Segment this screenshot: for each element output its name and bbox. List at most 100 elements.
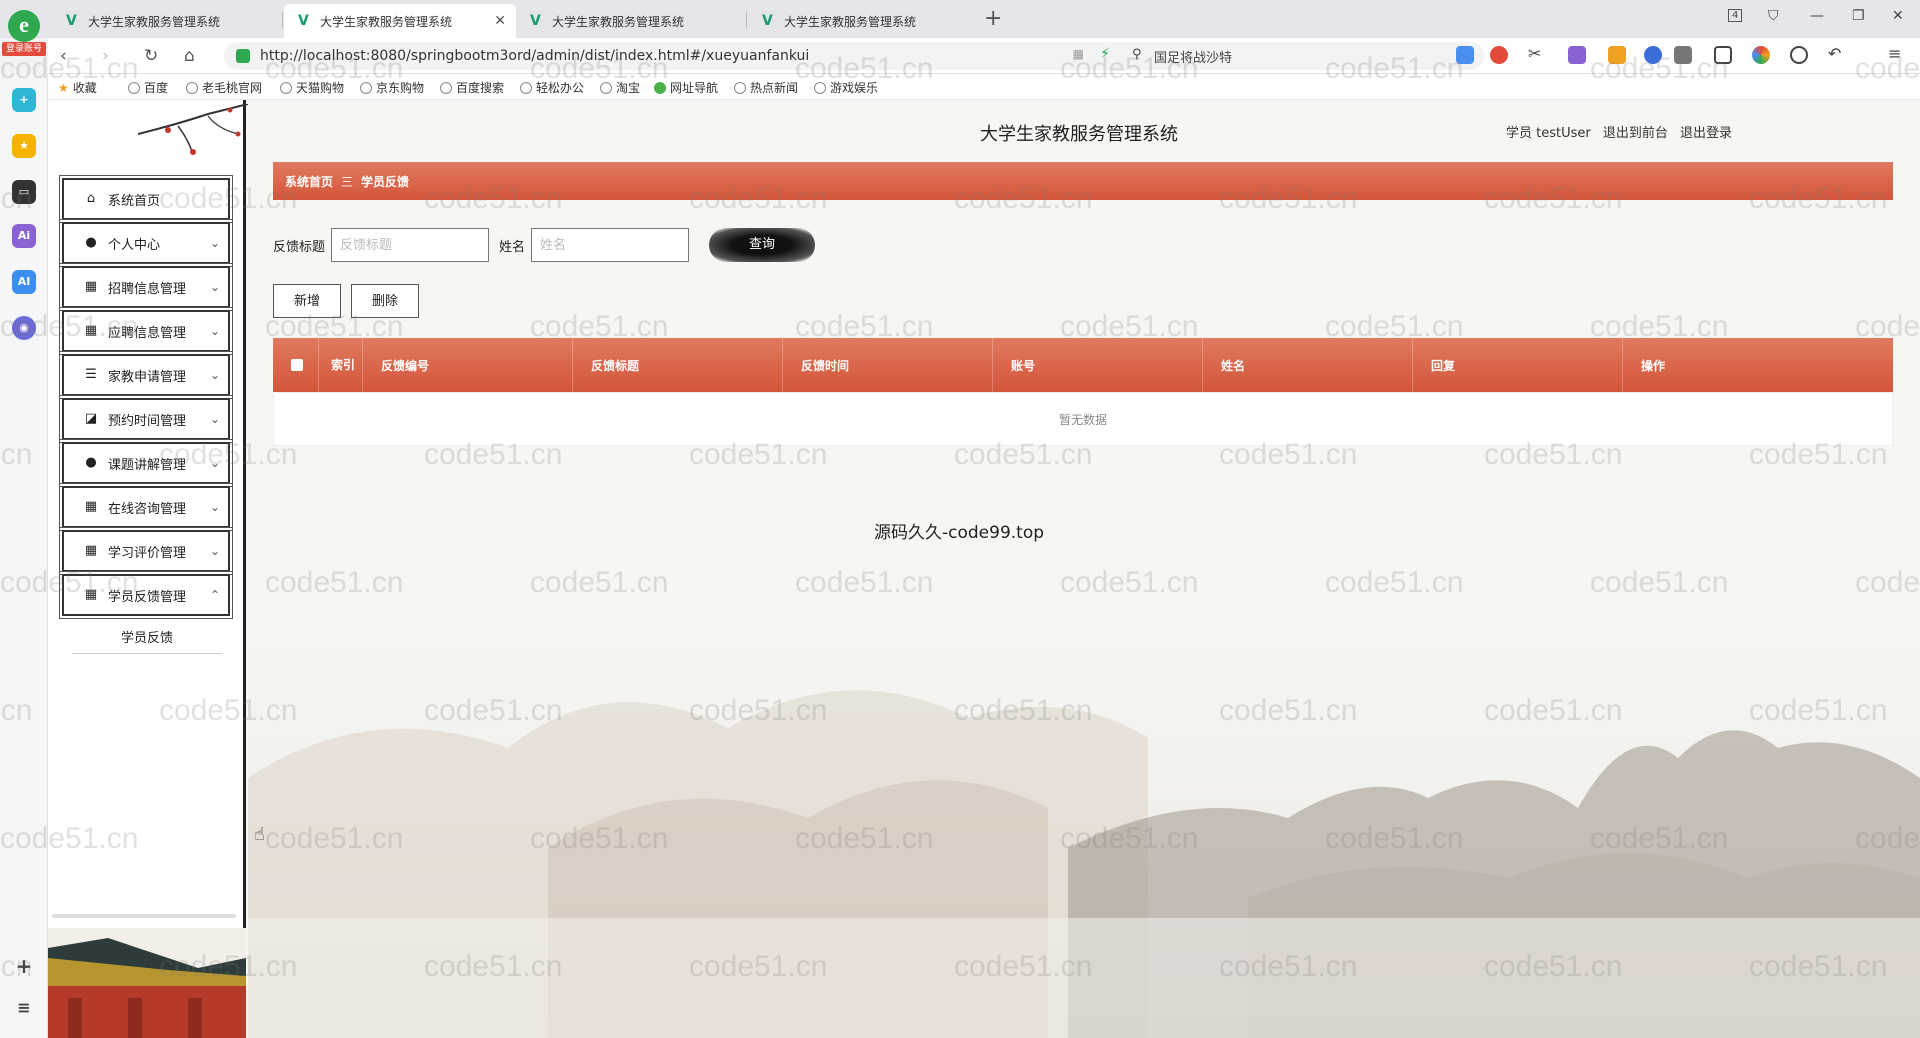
sidebar-scrollbar[interactable] [52, 914, 236, 918]
menu-item-recruit-info[interactable]: ▦ 招聘信息管理 ⌄ [59, 263, 233, 311]
back-to-front-link[interactable]: 退出到前台 [1603, 126, 1668, 141]
menu-item-label: 个人中心 [108, 237, 161, 253]
chevron-down-icon: ⌄ [209, 412, 220, 426]
chart-icon: ◪ [84, 411, 98, 426]
address-bar-row: ‹ › ↻ ⌂ http://localhost:8080/springboot… [48, 38, 1920, 74]
menu-item-label: 学员反馈管理 [108, 589, 187, 605]
menu-item-appointment-time[interactable]: ◪ 预约时间管理 ⌄ [59, 395, 233, 443]
feedback-title-input[interactable] [331, 228, 490, 262]
menu-item-label: 预约时间管理 [108, 413, 187, 429]
scissors-icon[interactable]: ✂ [1528, 44, 1546, 63]
bookmark-favorites[interactable]: ★ 收藏 [58, 79, 97, 96]
menu-item-topic-explanation[interactable]: ● 课题讲解管理 ⌄ [59, 439, 233, 487]
chevron-down-icon: ⌄ [209, 280, 220, 294]
star-app-icon[interactable]: ★ [12, 134, 36, 158]
translate-icon[interactable] [1568, 46, 1586, 64]
bookmark-item[interactable]: 天猫购物 [280, 79, 344, 96]
tab-title: 大学生家教服务管理系统 [320, 14, 453, 29]
bookmark-item[interactable]: 网址导航 [654, 79, 718, 96]
ai-assistant-icon[interactable]: AI [12, 270, 36, 294]
bookmark-item[interactable]: 百度搜索 [440, 79, 504, 96]
url-text: http://localhost:8080/springbootm3ord/ad… [260, 48, 810, 64]
shield-plugin-icon[interactable] [1608, 46, 1626, 64]
column-header: 反馈标题 [573, 338, 783, 392]
menu-item-personal-center[interactable]: ● 个人中心 ⌄ [59, 219, 233, 267]
ai-app-icon[interactable]: Ai [12, 224, 36, 248]
add-button[interactable]: 新增 [273, 284, 341, 318]
menu-item-application-info[interactable]: ▦ 应聘信息管理 ⌄ [59, 307, 233, 355]
menu-icon[interactable]: ≡ [1888, 44, 1906, 63]
grid-icon: ▦ [84, 587, 98, 602]
tab-title: 大学生家教服务管理系统 [784, 14, 917, 29]
column-header: 操作 [1641, 358, 1666, 373]
chevron-down-icon: ⌄ [209, 324, 220, 338]
browser-logo-icon[interactable]: e [8, 10, 40, 42]
name-input[interactable] [531, 228, 690, 262]
user-icon: ● [85, 235, 97, 250]
feedback-title-label: 反馈标题 [273, 239, 326, 255]
url-field[interactable]: http://localhost:8080/springbootm3ord/ad… [224, 42, 1154, 70]
plus-app-icon[interactable]: + [12, 88, 36, 112]
current-user: 学员 testUser [1506, 126, 1591, 141]
shirt-icon[interactable]: ⛉ [1768, 8, 1779, 24]
menu-item-student-feedback[interactable]: ▦ 学员反馈管理 ⌃ [59, 571, 233, 619]
bookmark-item[interactable]: 淘宝 [600, 79, 640, 96]
apps-grid-icon[interactable] [1714, 46, 1732, 64]
browser-tab-3[interactable]: V 大学生家教服务管理系统 [516, 4, 748, 38]
bookmark-item[interactable]: 老毛桃官网 [186, 79, 262, 96]
menu-item-study-evaluation[interactable]: ▦ 学习评价管理 ⌄ [59, 527, 233, 575]
close-window-icon[interactable]: ✕ [1892, 8, 1904, 24]
bookmark-item[interactable]: 游戏娱乐 [814, 79, 878, 96]
search-field[interactable]: ⚲ 国足将战沙特 [1122, 42, 1484, 70]
game-app-icon[interactable]: ▭ [12, 180, 36, 204]
back-icon[interactable]: ‹ [60, 46, 67, 66]
magnifier-icon[interactable] [1644, 46, 1662, 64]
chat-app-icon[interactable]: ◉ [12, 316, 36, 340]
reader-mode-icon[interactable]: ▦ [1073, 47, 1084, 61]
menu-item-label: 系统首页 [108, 193, 161, 209]
brightness-icon[interactable] [1790, 46, 1808, 64]
bookmark-item[interactable]: 京东购物 [360, 79, 424, 96]
menu-item-home[interactable]: ⌂ 系统首页 [59, 175, 233, 223]
new-tab-button[interactable]: + [984, 6, 1002, 31]
undo-icon[interactable]: ↶ [1828, 44, 1846, 63]
browser-tab-2[interactable]: V 大学生家教服务管理系统 ✕ [284, 4, 516, 38]
mail-icon[interactable] [1456, 46, 1474, 64]
menu-item-label: 应聘信息管理 [108, 325, 187, 341]
security-shield-icon [236, 49, 250, 63]
extension-icon[interactable] [1674, 46, 1692, 64]
plum-branch-decoration [138, 104, 248, 155]
weibo-icon[interactable] [1490, 46, 1508, 64]
tab-close-icon[interactable]: ✕ [494, 13, 506, 29]
forward-icon[interactable]: › [102, 46, 109, 66]
breadcrumb-home[interactable]: 系统首页 [285, 173, 333, 190]
color-wheel-icon[interactable] [1752, 46, 1770, 64]
chevron-up-icon: ⌃ [209, 588, 220, 602]
column-header: 回复 [1413, 338, 1623, 392]
browser-tab-1[interactable]: V 大学生家教服务管理系统 [52, 4, 284, 38]
add-panel-icon[interactable]: + [12, 954, 36, 978]
list-panel-icon[interactable]: ≡ [12, 996, 36, 1020]
query-button[interactable]: 查询 [709, 228, 816, 262]
tab-count-badge[interactable]: 4 [1728, 9, 1743, 22]
reload-icon[interactable]: ↻ [144, 46, 158, 66]
bookmark-item[interactable]: 百度 [128, 79, 168, 96]
bookmark-item[interactable]: 轻松办公 [520, 79, 584, 96]
user-info: 学员 testUser 退出到前台 退出登录 [1506, 122, 1740, 141]
restore-icon[interactable]: ❐ [1852, 8, 1865, 24]
palace-image [48, 928, 246, 1038]
logout-link[interactable]: 退出登录 [1680, 126, 1732, 141]
bookmark-item[interactable]: 热点新闻 [734, 79, 798, 96]
lightning-icon[interactable]: ⚡ [1100, 46, 1110, 62]
delete-button[interactable]: 删除 [351, 284, 419, 318]
menu-item-tutor-request[interactable]: ☰ 家教申请管理 ⌄ [59, 351, 233, 399]
login-badge[interactable]: 登录账号 [2, 42, 46, 56]
browser-tab-4[interactable]: V 大学生家教服务管理系统 [748, 4, 980, 38]
search-text: 国足将战沙特 [1154, 50, 1233, 66]
submenu-item-student-feedback[interactable]: 学员反馈 [72, 624, 222, 654]
home-icon[interactable]: ⌂ [184, 46, 195, 66]
minimize-icon[interactable]: — [1810, 8, 1824, 24]
menu-item-online-consult[interactable]: ▦ 在线咨询管理 ⌄ [59, 483, 233, 531]
home-icon: ⌂ [86, 191, 96, 206]
select-all-checkbox[interactable] [273, 338, 319, 392]
